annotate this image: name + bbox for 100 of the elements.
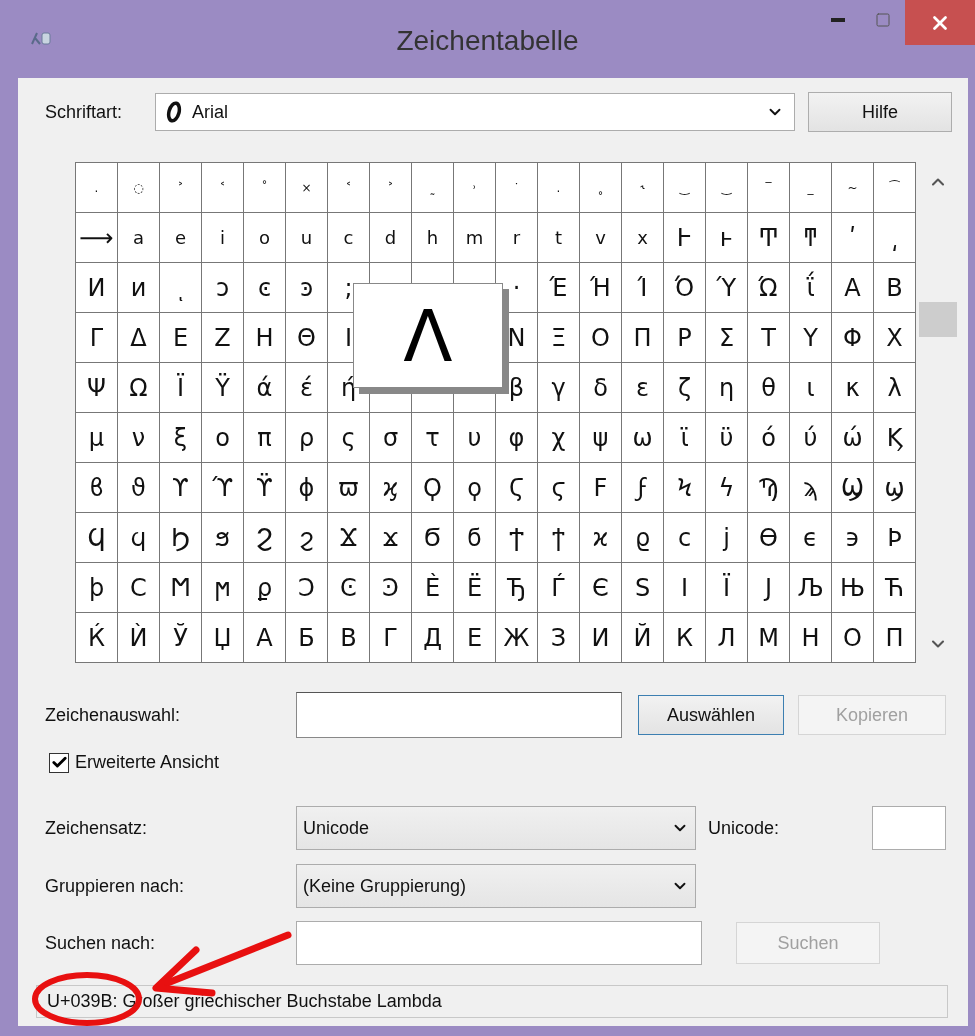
character-cell[interactable]: ϗ: [370, 463, 412, 513]
character-cell[interactable]: ˂: [328, 163, 370, 213]
character-cell[interactable]: Ϙ: [412, 463, 454, 513]
character-cell[interactable]: ͽ: [286, 263, 328, 313]
character-cell[interactable]: ×: [286, 163, 328, 213]
scroll-thumb[interactable]: [919, 302, 957, 337]
character-cell[interactable]: О: [832, 613, 874, 663]
character-cell[interactable]: ϓ: [202, 463, 244, 513]
group-by-dropdown[interactable]: (Keine Gruppierung): [296, 864, 696, 908]
character-cell[interactable]: Ѝ: [118, 613, 160, 663]
character-cell[interactable]: ϙ: [454, 463, 496, 513]
selection-field[interactable]: [296, 692, 622, 738]
character-cell[interactable]: ύ: [790, 413, 832, 463]
character-cell[interactable]: ρ: [286, 413, 328, 463]
character-cell[interactable]: ~: [832, 163, 874, 213]
character-cell[interactable]: ⟶: [76, 213, 118, 263]
character-cell[interactable]: ϭ: [454, 513, 496, 563]
character-cell[interactable]: Ͱ: [664, 213, 706, 263]
character-cell[interactable]: v: [580, 213, 622, 263]
character-cell[interactable]: ϟ: [706, 463, 748, 513]
character-cell[interactable]: Ϯ: [496, 513, 538, 563]
character-cell[interactable]: ˂: [202, 163, 244, 213]
character-cell[interactable]: К: [664, 613, 706, 663]
character-cell[interactable]: Ћ: [874, 563, 916, 613]
character-cell[interactable]: ϊ: [664, 413, 706, 463]
character-cell[interactable]: Ϛ: [496, 463, 538, 513]
character-cell[interactable]: ε: [622, 363, 664, 413]
character-cell[interactable]: π: [244, 413, 286, 463]
character-cell[interactable]: Љ: [790, 563, 832, 613]
character-cell[interactable]: Ϋ: [202, 363, 244, 413]
character-cell[interactable]: ˞: [622, 163, 664, 213]
character-cell[interactable]: ϳ: [706, 513, 748, 563]
character-cell[interactable]: Ϣ: [832, 463, 874, 513]
character-cell[interactable]: υ: [454, 413, 496, 463]
character-cell[interactable]: Δ: [118, 313, 160, 363]
character-cell[interactable]: ψ: [580, 413, 622, 463]
character-cell[interactable]: Ϫ: [328, 513, 370, 563]
character-cell[interactable]: u: [286, 213, 328, 263]
character-cell[interactable]: ͻ: [202, 263, 244, 313]
character-cell[interactable]: Ϲ: [118, 563, 160, 613]
character-cell[interactable]: Υ: [790, 313, 832, 363]
character-cell[interactable]: Ͻ: [286, 563, 328, 613]
character-cell[interactable]: ό: [748, 413, 790, 463]
character-cell[interactable]: t: [538, 213, 580, 263]
character-cell[interactable]: Є: [580, 563, 622, 613]
character-cell[interactable]: Ρ: [664, 313, 706, 363]
character-cell[interactable]: x: [622, 213, 664, 263]
character-cell[interactable]: А: [244, 613, 286, 663]
character-cell[interactable]: ϯ: [538, 513, 580, 563]
character-cell[interactable]: Ϥ: [76, 513, 118, 563]
character-cell[interactable]: Ό: [664, 263, 706, 313]
character-cell[interactable]: В: [328, 613, 370, 663]
character-cell[interactable]: φ: [496, 413, 538, 463]
font-dropdown[interactable]: Arial: [155, 93, 795, 131]
character-cell[interactable]: Ͳ: [748, 213, 790, 263]
character-cell[interactable]: τ: [412, 413, 454, 463]
character-cell[interactable]: ˃: [370, 163, 412, 213]
character-cell[interactable]: Ϊ: [160, 363, 202, 413]
character-cell[interactable]: ϰ: [580, 513, 622, 563]
character-cell[interactable]: ͺ: [160, 263, 202, 313]
character-cell[interactable]: ϫ: [370, 513, 412, 563]
character-cell[interactable]: ˙: [496, 163, 538, 213]
character-cell[interactable]: ν: [118, 413, 160, 463]
character-cell[interactable]: .: [538, 163, 580, 213]
character-cell[interactable]: ϧ: [202, 513, 244, 563]
character-cell[interactable]: ◌: [118, 163, 160, 213]
character-cell[interactable]: Ї: [706, 563, 748, 613]
character-cell[interactable]: Ϸ: [874, 513, 916, 563]
character-cell[interactable]: Ύ: [706, 263, 748, 313]
character-cell[interactable]: ϐ: [76, 463, 118, 513]
character-cell[interactable]: ϵ: [790, 513, 832, 563]
character-cell[interactable]: Ѓ: [538, 563, 580, 613]
character-cell[interactable]: І: [664, 563, 706, 613]
character-cell[interactable]: έ: [286, 363, 328, 413]
character-cell[interactable]: ϣ: [874, 463, 916, 513]
character-cell[interactable]: Г: [370, 613, 412, 663]
character-cell[interactable]: r: [496, 213, 538, 263]
character-cell[interactable]: ‾: [748, 163, 790, 213]
character-cell[interactable]: ς: [328, 413, 370, 463]
character-cell[interactable]: ʹ: [832, 213, 874, 263]
character-cell[interactable]: ι: [790, 363, 832, 413]
character-cell[interactable]: З: [538, 613, 580, 663]
character-cell[interactable]: ͳ: [790, 213, 832, 263]
character-cell[interactable]: Ж: [496, 613, 538, 663]
character-cell[interactable]: ϒ: [160, 463, 202, 513]
character-cell[interactable]: μ: [76, 413, 118, 463]
character-cell[interactable]: i: [202, 213, 244, 263]
character-cell[interactable]: ϝ: [622, 463, 664, 513]
character-cell[interactable]: Π: [622, 313, 664, 363]
character-cell[interactable]: Д: [412, 613, 454, 663]
character-cell[interactable]: Ј: [748, 563, 790, 613]
character-cell[interactable]: ‿: [706, 163, 748, 213]
character-cell[interactable]: Τ: [748, 313, 790, 363]
character-cell[interactable]: .: [76, 163, 118, 213]
character-cell[interactable]: Й: [622, 613, 664, 663]
character-cell[interactable]: Ή: [580, 263, 622, 313]
character-cell[interactable]: Η: [244, 313, 286, 363]
character-cell[interactable]: ϼ: [244, 563, 286, 613]
character-cell[interactable]: ϶: [832, 513, 874, 563]
character-cell[interactable]: Е: [454, 613, 496, 663]
